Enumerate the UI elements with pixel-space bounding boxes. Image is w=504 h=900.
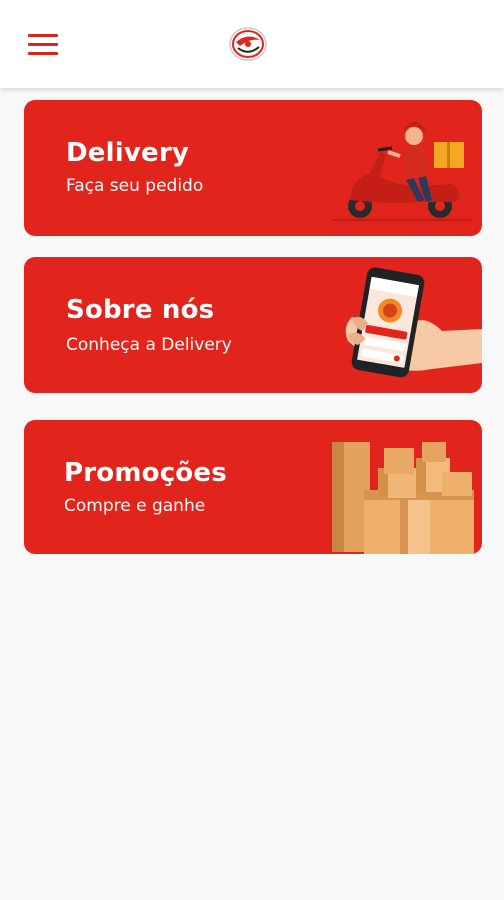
brand-logo-icon[interactable]: [228, 26, 268, 62]
menu-line: [28, 51, 58, 55]
app-bar: [0, 0, 504, 88]
delivery-card[interactable]: Delivery Faça seu pedido: [24, 100, 482, 236]
promotions-card[interactable]: Promoções Compre e ganhe: [24, 420, 482, 554]
promotions-card-title: Promoções: [64, 458, 227, 488]
boxes-illustration: [332, 442, 474, 554]
menu-line: [28, 42, 58, 46]
about-card-subtitle: Conheça a Delivery: [66, 335, 232, 355]
scooter-courier-illustration: [332, 100, 472, 221]
hamburger-menu-icon[interactable]: [28, 30, 60, 58]
menu-line: [28, 33, 58, 37]
phone-in-hand-illustration: [345, 267, 482, 378]
about-card[interactable]: Sobre nós Conheça a Delivery: [24, 257, 482, 393]
promotions-card-subtitle: Compre e ganhe: [64, 496, 206, 516]
delivery-card-subtitle: Faça seu pedido: [66, 176, 204, 196]
delivery-card-title: Delivery: [66, 138, 189, 168]
about-card-title: Sobre nós: [66, 295, 215, 325]
